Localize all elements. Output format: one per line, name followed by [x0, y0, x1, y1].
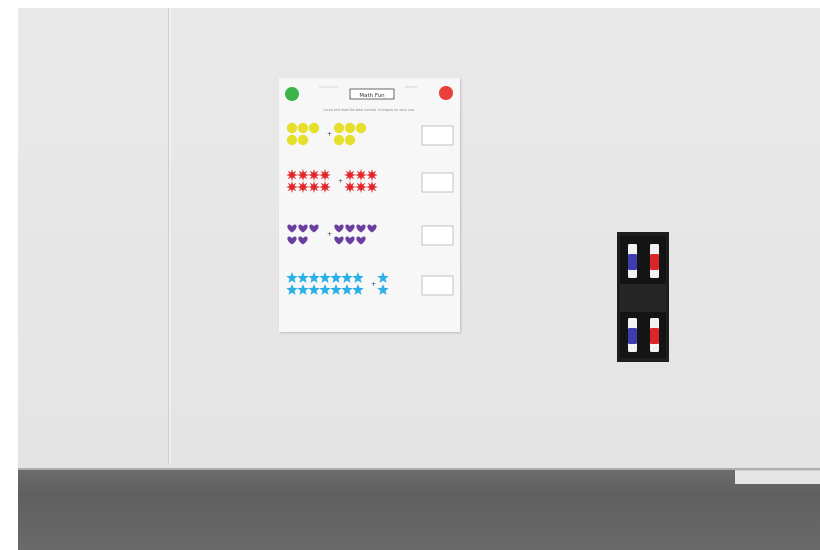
shape-star5 [286, 284, 298, 295]
marker [650, 318, 659, 352]
shape-star5 [352, 272, 364, 283]
shape-heart [345, 224, 355, 233]
floor [18, 470, 820, 550]
shape-star8 [297, 181, 309, 193]
worksheet-title: Math Fun [359, 93, 385, 99]
answer-box [421, 125, 454, 146]
answer-box [421, 225, 454, 246]
marker [628, 244, 637, 278]
answer-box [421, 275, 454, 296]
shape-star5 [377, 284, 389, 295]
marker [650, 244, 659, 278]
shape-heart [334, 236, 344, 245]
shape-heart [287, 236, 297, 245]
shape-star5 [330, 284, 342, 295]
top-border [0, 0, 820, 8]
shape-star5 [341, 284, 353, 295]
marker-cap [628, 328, 637, 344]
shape-circle [297, 134, 309, 146]
shape-heart [356, 236, 366, 245]
shape-heart [309, 224, 319, 233]
shape-star5 [308, 272, 320, 283]
shape-star5 [341, 272, 353, 283]
marker-cap [628, 254, 637, 270]
shape-star5 [319, 284, 331, 295]
shape-circle [297, 122, 309, 134]
shape-star8 [297, 169, 309, 181]
shape-star8 [286, 181, 298, 193]
worksheet-row: + [287, 224, 454, 246]
shape-circle [344, 122, 356, 134]
shape-star8 [355, 181, 367, 193]
shape-star8 [344, 181, 356, 193]
plus-sign: + [338, 178, 343, 185]
shape-circle [355, 122, 367, 134]
plus-sign: + [327, 131, 332, 138]
shape-star8 [308, 181, 320, 193]
marker-cap [650, 254, 659, 270]
rows-group: + + + + [286, 122, 454, 296]
shape-star8 [308, 169, 320, 181]
marker-cap [650, 328, 659, 344]
worksheet: Math Fun Count and draw the total number… [279, 78, 460, 332]
shape-heart [345, 236, 355, 245]
shape-heart [367, 224, 377, 233]
plus-sign: + [371, 281, 376, 288]
shape-circle [286, 134, 298, 146]
red-dot [439, 86, 453, 100]
shape-star5 [352, 284, 364, 295]
marker-holder-drawing [617, 232, 669, 362]
shape-heart [356, 224, 366, 233]
shape-star8 [366, 181, 378, 193]
worksheet-drawing: Math Fun Count and draw the total number… [285, 86, 454, 296]
shape-heart [298, 224, 308, 233]
shape-star8 [286, 169, 298, 181]
green-dot [285, 87, 299, 101]
shape-star8 [319, 181, 331, 193]
shape-star8 [344, 169, 356, 181]
holder-crossbar [620, 284, 666, 312]
shape-star5 [319, 272, 331, 283]
shape-circle [333, 134, 345, 146]
worksheet-instructions: Count and draw the total number of shape… [323, 108, 414, 112]
shape-star5 [297, 284, 309, 295]
shape-star5 [286, 272, 298, 283]
side-cabinet [735, 470, 820, 484]
marker-holder [617, 232, 669, 362]
worksheet-row: + [286, 122, 454, 146]
worksheet-row: + [286, 169, 454, 193]
shape-star5 [377, 272, 389, 283]
shape-star8 [366, 169, 378, 181]
shape-star5 [308, 284, 320, 295]
answer-box [421, 172, 454, 193]
shape-star8 [355, 169, 367, 181]
scene: Math Fun Count and draw the total number… [0, 0, 820, 550]
marker [628, 318, 637, 352]
shape-circle [286, 122, 298, 134]
shape-star5 [297, 272, 309, 283]
wall-seam-highlight [169, 8, 171, 464]
shape-heart [287, 224, 297, 233]
plus-sign: + [327, 231, 332, 238]
shape-star8 [319, 169, 331, 181]
shape-circle [333, 122, 345, 134]
shape-star5 [330, 272, 342, 283]
worksheet-row: + [286, 272, 454, 296]
shape-circle [308, 122, 320, 134]
shape-circle [344, 134, 356, 146]
shape-heart [298, 236, 308, 245]
shape-heart [334, 224, 344, 233]
